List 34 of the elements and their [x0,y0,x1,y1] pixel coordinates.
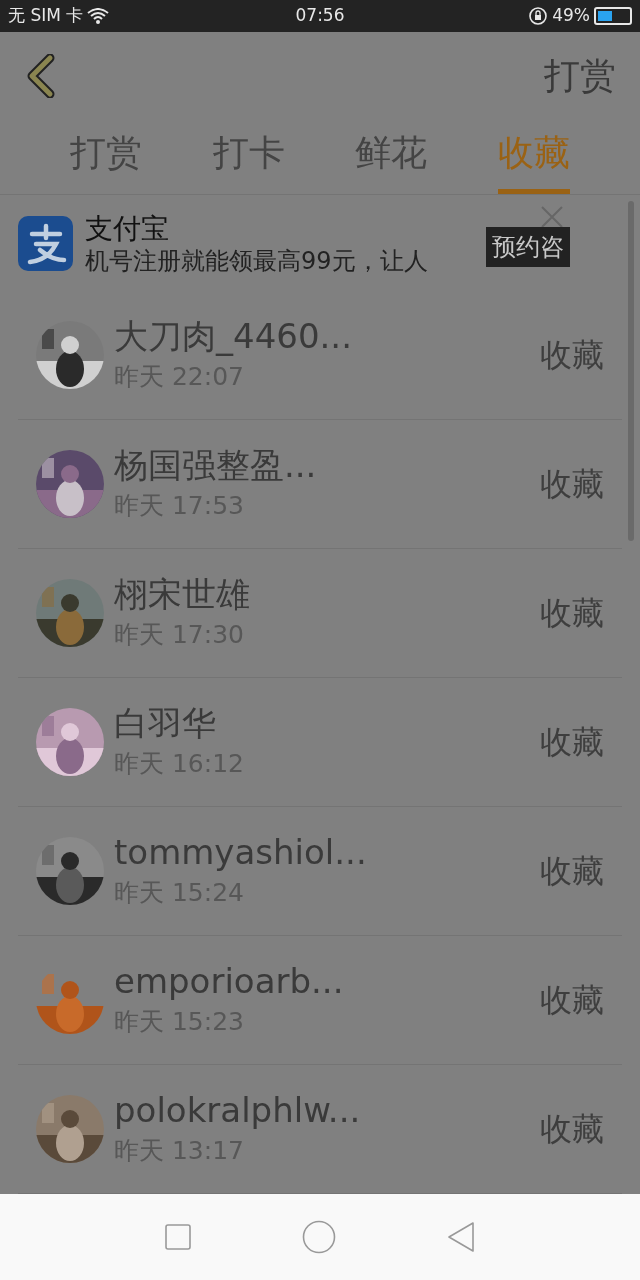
ad-text: 机号注册就能领最高99元，让人 [85,245,428,276]
ad-banner[interactable]: 支付宝 机号注册就能领最高99元，让人 预约咨 [0,195,640,291]
rotation-lock-icon [528,6,549,26]
user-name: emporioarb... [114,960,345,1003]
status-label: 收藏 [540,1109,604,1150]
user-name: 栩宋世雄 [114,573,251,616]
alipay-logo-icon [18,215,73,271]
user-name: 杨国强整盈... [114,444,318,487]
status-label: 收藏 [540,464,604,505]
home-icon[interactable] [302,1220,336,1254]
clock-text: 07:56 [294,4,346,28]
close-icon[interactable] [540,205,564,229]
tab[interactable]: 打赏 [70,120,143,194]
battery-icon [594,7,632,25]
tab[interactable]: 打卡 [212,120,285,194]
user-name: 大刀肉_4460... [114,315,353,358]
recents-icon[interactable] [165,1224,192,1250]
status-label: 收藏 [540,593,604,634]
user-name: polokralphlw... [114,1089,362,1132]
status-label: 收藏 [540,851,604,892]
wifi-icon [87,8,110,24]
user-name: tommyashiol... [114,831,368,874]
ad-action-button[interactable]: 预约咨 [486,227,570,267]
tab[interactable]: 收藏 [497,120,570,194]
battery-text: 49% [552,4,590,28]
status-label: 收藏 [540,722,604,763]
user-name: 白羽华 [114,702,217,745]
tab[interactable]: 鲜花 [355,120,428,194]
ad-title: 支付宝 [85,210,170,246]
reward-button[interactable]: 打赏 [544,49,616,103]
back-nav-icon[interactable] [446,1221,475,1253]
status-label: 收藏 [540,335,604,376]
carrier-text: 无 SIM 卡 [8,4,84,28]
status-label: 收藏 [540,980,604,1021]
